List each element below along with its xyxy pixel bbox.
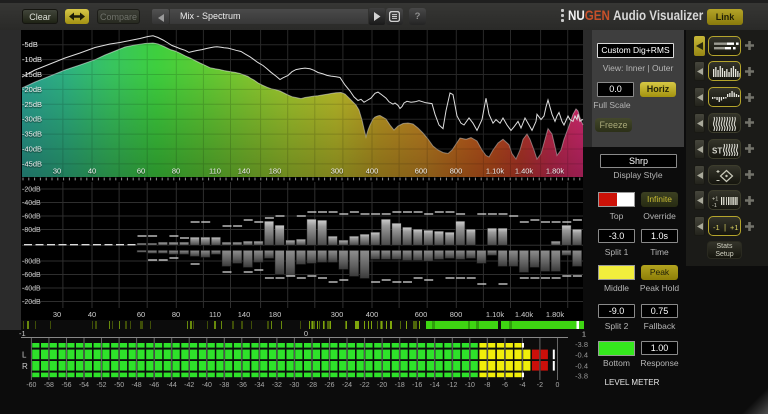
svg-text:-35dB: -35dB bbox=[22, 130, 42, 139]
svg-text:300: 300 bbox=[331, 310, 344, 319]
svg-text:-20dB: -20dB bbox=[22, 85, 42, 94]
svg-text:-20: -20 bbox=[377, 382, 387, 389]
svg-text:-34: -34 bbox=[254, 382, 264, 389]
svg-text:-24: -24 bbox=[342, 382, 352, 389]
svg-text:-30dB: -30dB bbox=[22, 115, 42, 124]
svg-text:30: 30 bbox=[53, 167, 61, 176]
svg-text:-5dB: -5dB bbox=[22, 40, 38, 49]
svg-text:110: 110 bbox=[209, 310, 221, 319]
svg-text:400: 400 bbox=[366, 310, 379, 319]
svg-text:-46: -46 bbox=[149, 382, 159, 389]
svg-text:L: L bbox=[22, 351, 27, 360]
svg-text:-0.4: -0.4 bbox=[575, 362, 588, 371]
svg-text:-50: -50 bbox=[114, 382, 124, 389]
svg-text:-48: -48 bbox=[132, 382, 142, 389]
svg-text:180: 180 bbox=[269, 167, 282, 176]
svg-text:800: 800 bbox=[450, 310, 463, 319]
svg-text:+1: +1 bbox=[730, 223, 739, 232]
svg-text:-18: -18 bbox=[395, 382, 405, 389]
svg-text:-25dB: -25dB bbox=[22, 100, 42, 109]
svg-text:-40dB: -40dB bbox=[22, 200, 41, 207]
svg-text:-32: -32 bbox=[272, 382, 282, 389]
svg-text:0: 0 bbox=[556, 382, 560, 389]
svg-text:-52: -52 bbox=[96, 382, 106, 389]
svg-text:-40dB: -40dB bbox=[22, 145, 42, 154]
svg-text:-80dB: -80dB bbox=[22, 227, 41, 234]
svg-text:800: 800 bbox=[450, 167, 463, 176]
svg-text:-56: -56 bbox=[61, 382, 71, 389]
svg-text:30: 30 bbox=[53, 310, 61, 319]
svg-text:-14: -14 bbox=[430, 382, 440, 389]
svg-text:-4: -4 bbox=[519, 382, 525, 389]
svg-text:140: 140 bbox=[238, 310, 251, 319]
svg-text:1.80k: 1.80k bbox=[546, 167, 565, 176]
svg-text:-42: -42 bbox=[184, 382, 194, 389]
svg-text:-15dB: -15dB bbox=[22, 70, 42, 79]
svg-text:-58: -58 bbox=[44, 382, 54, 389]
svg-text:40: 40 bbox=[88, 310, 96, 319]
svg-text:-44: -44 bbox=[167, 382, 177, 389]
svg-text:1.10k: 1.10k bbox=[486, 310, 505, 319]
svg-text:-45dB: -45dB bbox=[22, 159, 42, 168]
svg-text:300: 300 bbox=[331, 167, 344, 176]
svg-text:400: 400 bbox=[366, 167, 379, 176]
svg-text:180: 180 bbox=[269, 310, 282, 319]
svg-text:-8: -8 bbox=[484, 382, 490, 389]
svg-text:40: 40 bbox=[88, 167, 96, 176]
svg-text:-40dB: -40dB bbox=[22, 286, 41, 293]
svg-text:1.40k: 1.40k bbox=[515, 310, 534, 319]
svg-text:-3.8: -3.8 bbox=[575, 340, 588, 349]
svg-text:-60: -60 bbox=[26, 382, 36, 389]
svg-text:1: 1 bbox=[582, 330, 586, 339]
svg-text:1.80k: 1.80k bbox=[546, 310, 565, 319]
svg-text:-30: -30 bbox=[289, 382, 299, 389]
svg-text:-6: -6 bbox=[502, 382, 508, 389]
svg-text:1.10k: 1.10k bbox=[486, 167, 505, 176]
svg-text:600: 600 bbox=[415, 310, 428, 319]
svg-text:-80dB: -80dB bbox=[22, 259, 41, 266]
svg-text:-40: -40 bbox=[202, 382, 212, 389]
svg-text:-16: -16 bbox=[412, 382, 422, 389]
svg-text:-60dB: -60dB bbox=[22, 214, 41, 221]
svg-text:1.40k: 1.40k bbox=[515, 167, 534, 176]
svg-text:ST: ST bbox=[712, 146, 722, 155]
svg-text:-1: -1 bbox=[19, 329, 26, 338]
svg-text:+1: +1 bbox=[712, 197, 718, 203]
svg-text:-36: -36 bbox=[237, 382, 247, 389]
svg-text:-2: -2 bbox=[537, 382, 543, 389]
svg-text:-26: -26 bbox=[324, 382, 334, 389]
svg-text:-38: -38 bbox=[219, 382, 229, 389]
svg-text:80: 80 bbox=[172, 310, 180, 319]
svg-text:-10dB: -10dB bbox=[22, 55, 42, 64]
svg-text:140: 140 bbox=[238, 167, 251, 176]
svg-text:-3.8: -3.8 bbox=[575, 372, 588, 381]
svg-text:-1: -1 bbox=[713, 223, 720, 232]
svg-text:-12: -12 bbox=[447, 382, 457, 389]
svg-text:-54: -54 bbox=[79, 382, 89, 389]
svg-text:-60dB: -60dB bbox=[22, 272, 41, 279]
svg-text:|: | bbox=[724, 223, 726, 232]
svg-text:600: 600 bbox=[415, 167, 428, 176]
svg-text:-20dB: -20dB bbox=[22, 299, 41, 306]
svg-text:-0.4: -0.4 bbox=[575, 351, 588, 360]
svg-text:-22: -22 bbox=[360, 382, 370, 389]
svg-text:80: 80 bbox=[172, 167, 180, 176]
svg-text:R: R bbox=[22, 362, 28, 371]
svg-text:-20dB: -20dB bbox=[22, 187, 41, 194]
svg-text:0: 0 bbox=[304, 329, 308, 338]
svg-text:60: 60 bbox=[137, 167, 145, 176]
svg-text:-10: -10 bbox=[465, 382, 475, 389]
svg-text:-28: -28 bbox=[307, 382, 317, 389]
svg-text:110: 110 bbox=[209, 167, 221, 176]
svg-text:-1: -1 bbox=[712, 203, 717, 209]
svg-text:60: 60 bbox=[137, 310, 145, 319]
